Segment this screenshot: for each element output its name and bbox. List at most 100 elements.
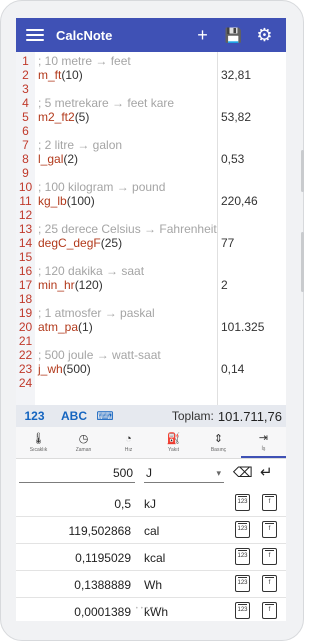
- category-tab[interactable]: ◷ Zaman: [61, 427, 106, 458]
- clipboard-glyph: f: [268, 580, 271, 586]
- keyboard-icon[interactable]: ⌨: [95, 409, 115, 423]
- line-number: 1: [22, 54, 29, 68]
- numeric-mode-button[interactable]: 123: [16, 409, 53, 423]
- copy-formula-icon[interactable]: f: [262, 548, 277, 565]
- editor-line[interactable]: 11 kg_lb(100) 220,46: [16, 194, 286, 208]
- category-tab[interactable]: ◔ Hız: [106, 427, 151, 458]
- line-number: 3: [22, 82, 29, 96]
- function-name: degC_degF: [38, 236, 101, 250]
- line-number: 10: [18, 180, 33, 194]
- editor-line[interactable]: 13 ; 25 derece Celsius → Fahrenheit: [16, 222, 286, 236]
- menu-icon[interactable]: [26, 29, 44, 41]
- speedometer-icon: ◔: [125, 432, 132, 445]
- conversion-row: 119,502868 cal 123 f: [16, 517, 286, 544]
- conversion-row: 0,5 kJ 123 f: [16, 490, 286, 517]
- line-number: 18: [18, 292, 33, 306]
- function-argument: (500): [62, 362, 91, 376]
- add-icon[interactable]: +: [187, 18, 218, 52]
- volume-button: [301, 150, 304, 192]
- line-result: 101.325: [221, 320, 265, 334]
- function-argument: (5): [74, 110, 90, 124]
- unit-select-value: J: [146, 466, 152, 480]
- unit-select[interactable]: J ▾: [144, 464, 224, 483]
- category-label: Zaman: [75, 446, 92, 453]
- line-result: 53,82: [221, 110, 252, 124]
- line-number: 19: [18, 306, 33, 320]
- editor-line[interactable]: 20 atm_pa(1) 101.325: [16, 320, 286, 334]
- category-tab[interactable]: ⇥ İş: [241, 427, 286, 458]
- category-tab[interactable]: ⛽ Yakıt: [151, 427, 196, 458]
- converted-value: 119,502868: [68, 524, 131, 538]
- line-result: 77: [221, 236, 235, 250]
- enter-icon[interactable]: ↵: [260, 463, 273, 481]
- clipboard-glyph: 123: [237, 580, 248, 586]
- save-icon[interactable]: 💾: [218, 18, 249, 52]
- editor-line[interactable]: 14 degC_degF(25) 77: [16, 236, 286, 250]
- converted-unit: cal: [144, 524, 160, 538]
- code-editor[interactable]: 1 ; 10 metre → feet 2 m_ft(10) 32,81 3 4 ; 5 me…: [16, 52, 286, 405]
- category-tab[interactable]: ⇕ Basınç: [196, 427, 241, 458]
- editor-line[interactable]: 3: [16, 82, 286, 96]
- fuel-icon: ⛽: [166, 432, 181, 445]
- editor-line[interactable]: 18: [16, 292, 286, 306]
- editor-line[interactable]: 9: [16, 166, 286, 180]
- line-expression: kg_lb(100): [38, 194, 95, 208]
- clipboard-clip: [238, 575, 247, 578]
- line-comment: ; 120 dakika → saat: [38, 264, 145, 278]
- page-indicator: ••••••: [135, 606, 167, 612]
- editor-line[interactable]: 21: [16, 334, 286, 348]
- editor-line[interactable]: 2 m_ft(10) 32,81: [16, 68, 286, 82]
- copy-value-icon[interactable]: 123: [235, 521, 250, 538]
- copy-formula-icon[interactable]: f: [262, 575, 277, 592]
- clipboard-glyph: f: [268, 553, 271, 559]
- editor-line[interactable]: 8 l_gal(2) 0,53: [16, 152, 286, 166]
- mode-bar: 123 ABC ⌨ Toplam: 101.711,76: [16, 405, 286, 427]
- clipboard-clip: [265, 494, 274, 497]
- copy-formula-icon[interactable]: f: [262, 521, 277, 538]
- editor-line[interactable]: 12: [16, 208, 286, 222]
- line-expression: m2_ft2(5): [38, 110, 89, 124]
- copy-value-icon[interactable]: 123: [235, 548, 250, 565]
- editor-line[interactable]: 17 min_hr(120) 2: [16, 278, 286, 292]
- line-expression: j_wh(500): [38, 362, 91, 376]
- editor-line[interactable]: 22 ; 500 joule → watt-saat: [16, 348, 286, 362]
- editor-line[interactable]: 15: [16, 250, 286, 264]
- function-name: m2_ft2: [38, 110, 75, 124]
- function-argument: (25): [100, 236, 123, 250]
- copy-formula-icon[interactable]: f: [262, 494, 277, 511]
- category-label: Yakıt: [167, 446, 180, 453]
- copy-value-icon[interactable]: 123: [235, 494, 250, 511]
- function-name: l_gal: [38, 152, 64, 166]
- copy-value-icon[interactable]: 123: [235, 575, 250, 592]
- editor-line[interactable]: 24: [16, 376, 286, 390]
- conversion-row: 0,1195029 kcal 123 f: [16, 544, 286, 571]
- alpha-mode-button[interactable]: ABC: [53, 409, 95, 423]
- function-name: kg_lb: [38, 194, 67, 208]
- value-input[interactable]: 500: [19, 464, 135, 483]
- gear-icon[interactable]: ⚙: [249, 18, 280, 52]
- editor-line[interactable]: 6: [16, 124, 286, 138]
- total-label: Toplam:: [171, 409, 214, 423]
- clipboard-glyph: f: [268, 499, 271, 505]
- line-number: 17: [18, 278, 33, 292]
- editor-line[interactable]: 1 ; 10 metre → feet: [16, 54, 286, 68]
- editor-line[interactable]: 19 ; 1 atmosfer → paskal: [16, 306, 286, 320]
- app-title: CalcNote: [56, 27, 113, 43]
- category-label: Hız: [124, 446, 133, 453]
- editor-line[interactable]: 4 ; 5 metrekare → feet kare: [16, 96, 286, 110]
- line-result: 2: [221, 278, 228, 292]
- editor-line[interactable]: 5 m2_ft2(5) 53,82: [16, 110, 286, 124]
- editor-line[interactable]: 16 ; 120 dakika → saat: [16, 264, 286, 278]
- clipboard-clip: [265, 548, 274, 551]
- editor-line[interactable]: 7 ; 2 litre → galon: [16, 138, 286, 152]
- clipboard-glyph: f: [268, 526, 271, 532]
- unit-category-tabs: 🌡 Sıcaklık ◷ Zaman ◔ Hız ⛽ Yakıt ⇕ Basınç ⇥ İş: [16, 427, 286, 459]
- category-tab[interactable]: 🌡 Sıcaklık: [16, 427, 61, 458]
- editor-line[interactable]: 10 ; 100 kilogram → pound: [16, 180, 286, 194]
- backspace-icon[interactable]: ⌫: [233, 464, 253, 481]
- editor-line[interactable]: 23 j_wh(500) 0,14: [16, 362, 286, 376]
- converted-value: 0,5: [114, 497, 131, 511]
- clipboard-glyph: 123: [237, 526, 248, 532]
- line-result: 0,53: [221, 152, 245, 166]
- converter-input-row: 500 J ▾ ⌫ ↵: [16, 462, 286, 486]
